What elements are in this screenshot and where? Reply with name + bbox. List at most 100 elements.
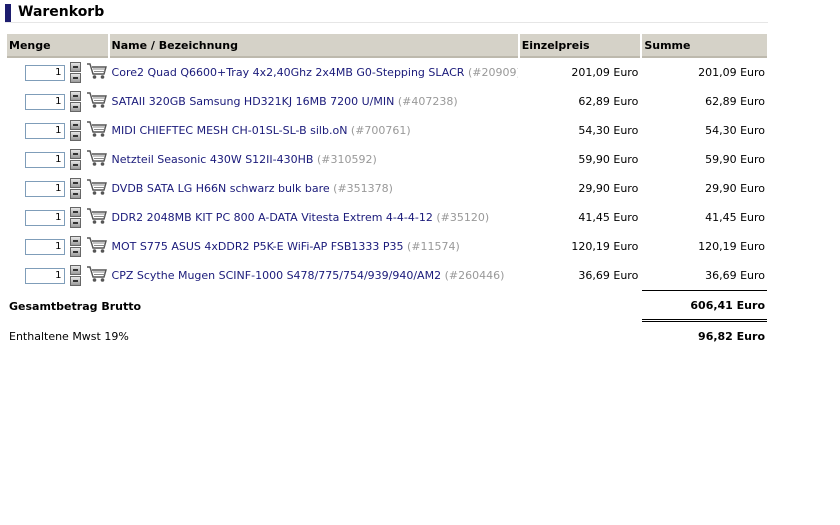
product-id: (#20909) <box>467 66 518 79</box>
unit-price: 62,89 Euro <box>578 95 639 108</box>
product-id: (#351378) <box>333 182 393 195</box>
total-value: 606,41 Euro <box>642 290 767 322</box>
row-sum: 201,09 Euro <box>698 66 765 79</box>
row-actions <box>70 148 108 171</box>
product-name[interactable]: MOT S775 ASUS 4xDDR2 P5K-E WiFi-AP FSB13… <box>112 240 404 253</box>
update-icon[interactable] <box>70 206 82 217</box>
cart-icon[interactable] <box>86 206 108 229</box>
remove-icon[interactable] <box>70 188 82 199</box>
row-sum: 29,90 Euro <box>705 182 765 195</box>
row-sum: 41,45 Euro <box>705 211 765 224</box>
row-actions <box>70 177 108 200</box>
tax-label: Enthaltene Mwst 19% <box>9 329 129 343</box>
cart-icon[interactable] <box>86 264 108 287</box>
product-name[interactable]: CPZ Scythe Mugen SCINF-1000 S478/775/754… <box>112 269 442 282</box>
unit-price: 36,69 Euro <box>578 269 639 282</box>
tax-value: 96,82 Euro <box>698 329 765 343</box>
product-name[interactable]: Core2 Quad Q6600+Tray 4x2,40Ghz 2x4MB G0… <box>112 66 465 79</box>
remove-icon[interactable] <box>70 159 82 170</box>
table-row: SATAII 320GB Samsung HD321KJ 16MB 7200 U… <box>7 87 767 116</box>
product-name[interactable]: DVDB SATA LG H66N schwarz bulk bare <box>112 182 330 195</box>
product-id: (#310592) <box>316 153 377 166</box>
product-id: (#35120) <box>436 211 490 224</box>
unit-price: 41,45 Euro <box>578 211 639 224</box>
cart-icon[interactable] <box>86 177 108 200</box>
product-name[interactable]: MIDI CHIEFTEC MESH CH-01SL-SL-B silb.oN <box>112 124 348 137</box>
unit-price: 120,19 Euro <box>571 240 639 253</box>
cart-icon[interactable] <box>86 235 108 258</box>
unit-price: 54,30 Euro <box>578 124 639 137</box>
row-sum: 36,69 Euro <box>705 269 765 282</box>
qty-cell <box>7 203 108 232</box>
cart-icon[interactable] <box>86 90 108 113</box>
qty-cell <box>7 174 108 203</box>
row-actions <box>70 206 108 229</box>
row-sum: 120,19 Euro <box>698 240 765 253</box>
row-actions <box>70 119 108 142</box>
table-row: MIDI CHIEFTEC MESH CH-01SL-SL-B silb.oN … <box>7 116 767 145</box>
product-cell: DVDB SATA LG H66N schwarz bulk bare (#35… <box>110 174 518 203</box>
product-cell: MOT S775 ASUS 4xDDR2 P5K-E WiFi-AP FSB13… <box>110 232 518 261</box>
unit-price: 59,90 Euro <box>578 153 639 166</box>
update-icon[interactable] <box>70 90 82 101</box>
total-label: Gesamtbetrag Brutto <box>9 299 142 313</box>
product-name[interactable]: SATAII 320GB Samsung HD321KJ 16MB 7200 U… <box>112 95 395 108</box>
table-row: Netzteil Seasonic 430W S12II-430HB (#310… <box>7 145 767 174</box>
qty-cell <box>7 116 108 145</box>
column-header-unit-price: Einzelpreis <box>519 34 641 58</box>
update-icon[interactable] <box>70 61 82 72</box>
cart-icon[interactable] <box>86 61 108 84</box>
product-id: (#407238) <box>397 95 458 108</box>
product-cell: DDR2 2048MB KIT PC 800 A-DATA Vitesta Ex… <box>110 203 518 232</box>
remove-icon[interactable] <box>70 217 82 228</box>
update-icon[interactable] <box>70 119 82 130</box>
update-icon[interactable] <box>70 177 82 188</box>
qty-cell <box>7 232 108 261</box>
table-row: Core2 Quad Q6600+Tray 4x2,40Ghz 2x4MB G0… <box>7 58 767 87</box>
cart-table: Menge Name / Bezeichnung Einzelpreis Sum… <box>5 34 769 350</box>
product-cell: SATAII 320GB Samsung HD321KJ 16MB 7200 U… <box>110 87 518 116</box>
product-cell: Netzteil Seasonic 430W S12II-430HB (#310… <box>110 145 518 174</box>
update-icon[interactable] <box>70 264 82 275</box>
product-cell: Core2 Quad Q6600+Tray 4x2,40Ghz 2x4MB G0… <box>110 58 518 87</box>
row-actions <box>70 235 108 258</box>
column-header-sum: Summe <box>642 34 767 58</box>
product-name[interactable]: DDR2 2048MB KIT PC 800 A-DATA Vitesta Ex… <box>112 211 433 224</box>
product-cell: MIDI CHIEFTEC MESH CH-01SL-SL-B silb.oN … <box>110 116 518 145</box>
column-header-name: Name / Bezeichnung <box>109 34 518 58</box>
row-actions <box>70 61 108 84</box>
quantity-input[interactable] <box>24 267 65 284</box>
qty-cell <box>7 145 108 174</box>
quantity-input[interactable] <box>24 64 65 81</box>
cart-body: Core2 Quad Q6600+Tray 4x2,40Ghz 2x4MB G0… <box>7 58 767 290</box>
product-id: (#700761) <box>350 124 411 137</box>
remove-icon[interactable] <box>70 246 82 257</box>
row-actions <box>70 264 108 287</box>
quantity-input[interactable] <box>24 93 65 110</box>
page-title: Warenkorb <box>18 4 105 20</box>
tax-row: Enthaltene Mwst 19% 96,82 Euro <box>7 322 767 350</box>
table-row: MOT S775 ASUS 4xDDR2 P5K-E WiFi-AP FSB13… <box>7 232 767 261</box>
update-icon[interactable] <box>70 148 82 159</box>
qty-cell <box>7 58 108 87</box>
cart-icon[interactable] <box>86 119 108 142</box>
remove-icon[interactable] <box>70 101 82 112</box>
row-sum: 54,30 Euro <box>705 124 765 137</box>
product-name[interactable]: Netzteil Seasonic 430W S12II-430HB <box>112 153 314 166</box>
quantity-input[interactable] <box>24 238 65 255</box>
remove-icon[interactable] <box>70 72 82 83</box>
quantity-input[interactable] <box>24 180 65 197</box>
table-row: DDR2 2048MB KIT PC 800 A-DATA Vitesta Ex… <box>7 203 767 232</box>
table-header-row: Menge Name / Bezeichnung Einzelpreis Sum… <box>7 34 767 58</box>
row-sum: 62,89 Euro <box>705 95 765 108</box>
update-icon[interactable] <box>70 235 82 246</box>
row-sum: 59,90 Euro <box>705 153 765 166</box>
cart-icon[interactable] <box>86 148 108 171</box>
remove-icon[interactable] <box>70 130 82 141</box>
unit-price: 29,90 Euro <box>578 182 639 195</box>
quantity-input[interactable] <box>24 122 65 139</box>
quantity-input[interactable] <box>24 209 65 226</box>
page-header: Warenkorb <box>5 3 768 23</box>
remove-icon[interactable] <box>70 275 82 286</box>
quantity-input[interactable] <box>24 151 65 168</box>
